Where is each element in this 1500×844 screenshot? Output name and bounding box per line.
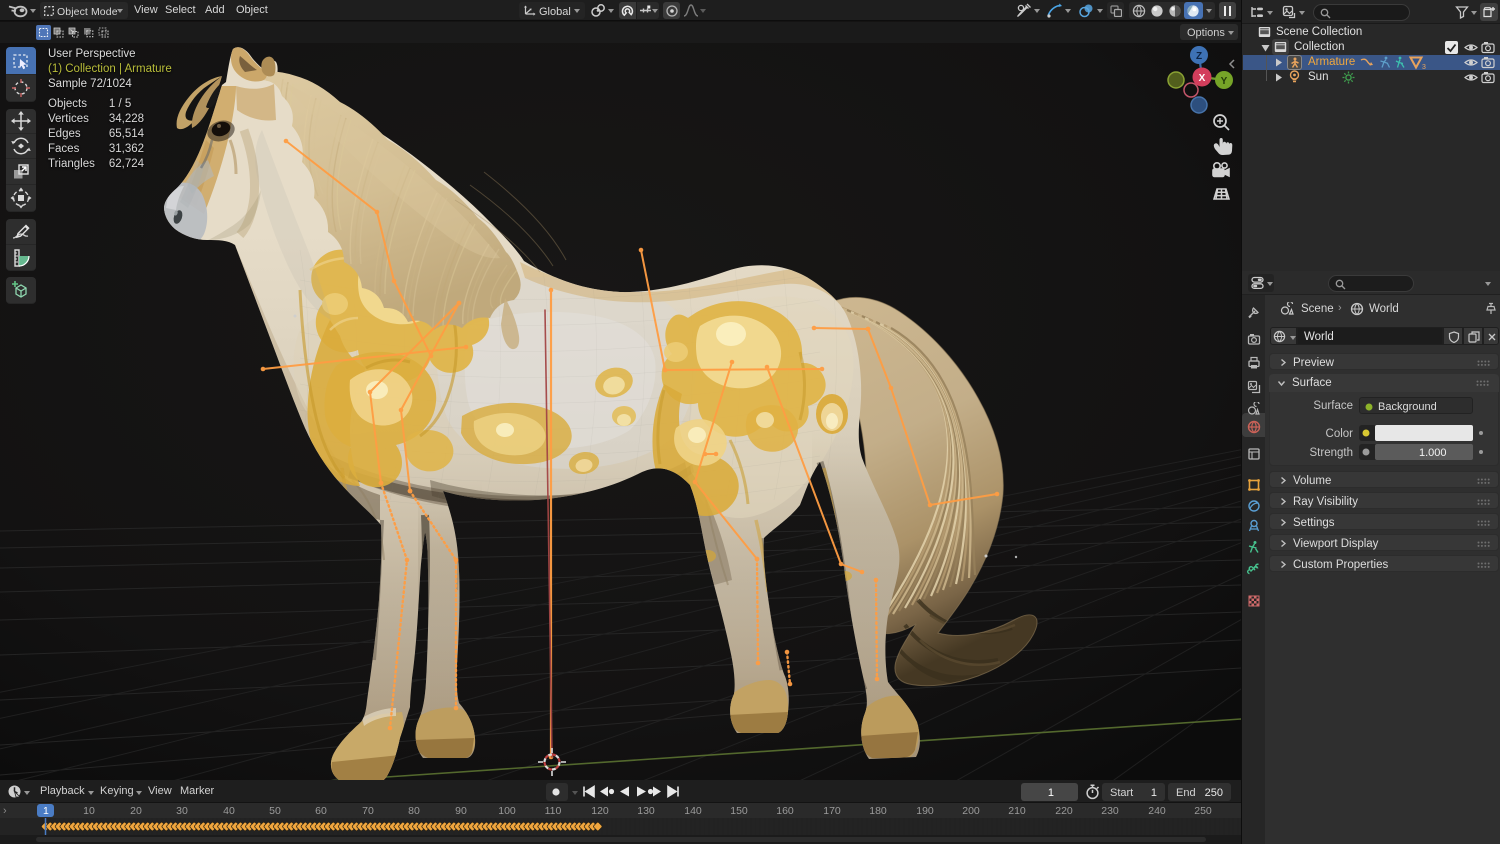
svg-text:3: 3 [1422,64,1426,70]
svg-text:Y: Y [1221,76,1228,87]
svg-text:Z: Z [1196,51,1202,62]
svg-text:X: X [1199,73,1206,84]
